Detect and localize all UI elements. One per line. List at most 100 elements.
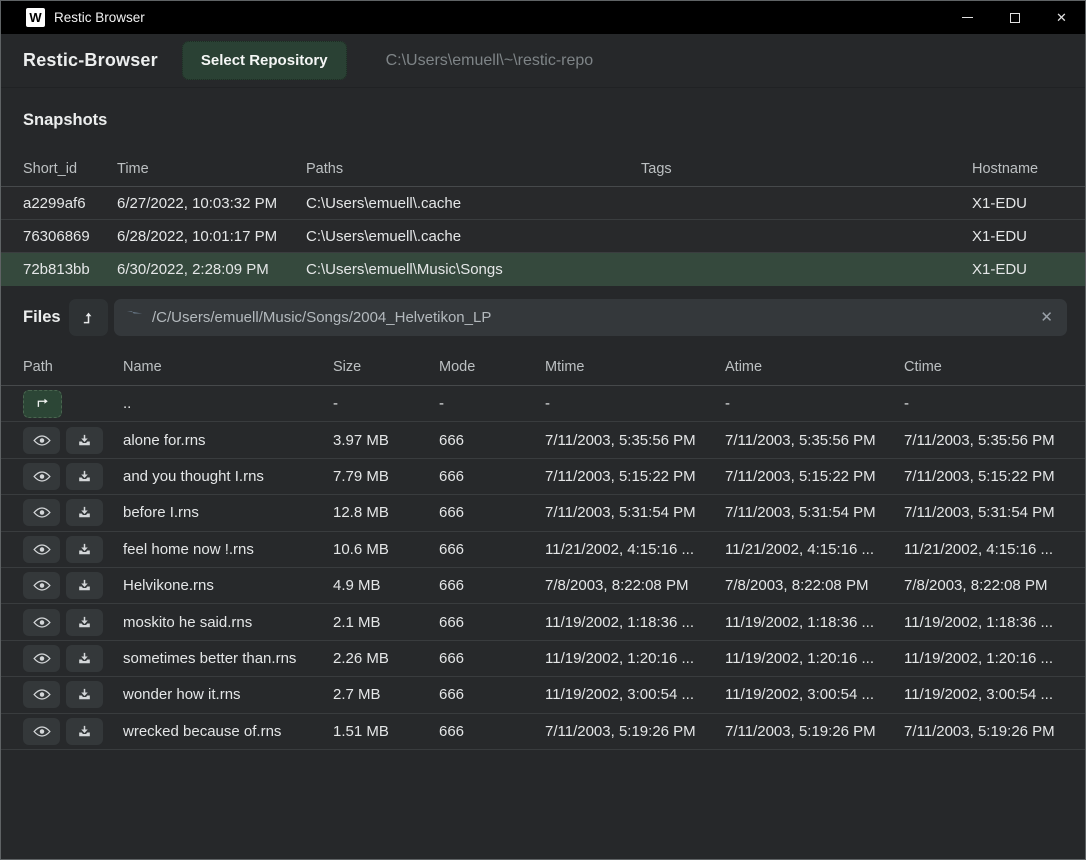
minimize-icon <box>962 17 973 18</box>
restore-file-button[interactable] <box>66 499 103 526</box>
column-tags[interactable]: Tags <box>641 161 972 177</box>
column-short-id[interactable]: Short_id <box>23 161 117 177</box>
snapshot-hostname: X1-EDU <box>972 228 1063 245</box>
eye-icon <box>33 725 51 738</box>
parent-directory-button[interactable] <box>69 299 108 336</box>
wails-logo-icon: W <box>26 8 45 27</box>
column-atime[interactable]: Atime <box>725 359 904 375</box>
eye-icon <box>33 434 51 447</box>
file-atime: 7/11/2003, 5:35:56 PM <box>725 432 904 449</box>
close-button[interactable]: ✕ <box>1038 1 1085 34</box>
column-paths[interactable]: Paths <box>306 161 641 177</box>
minimize-button[interactable] <box>944 1 991 34</box>
file-name: before I.rns <box>123 504 333 521</box>
restore-file-button[interactable] <box>66 718 103 745</box>
file-row[interactable]: wonder how it.rns2.7 MB66611/19/2002, 3:… <box>1 677 1085 713</box>
file-size: 3.97 MB <box>333 432 439 449</box>
titlebar: W Restic Browser ✕ <box>1 1 1085 34</box>
restore-file-button[interactable] <box>66 427 103 454</box>
file-ctime: 7/8/2003, 8:22:08 PM <box>904 577 1063 594</box>
file-atime: 11/19/2002, 1:20:16 ... <box>725 650 904 667</box>
column-name[interactable]: Name <box>123 359 333 375</box>
preview-file-button[interactable] <box>23 427 60 454</box>
preview-file-button[interactable] <box>23 681 60 708</box>
file-row[interactable]: feel home now !.rns10.6 MB66611/21/2002,… <box>1 532 1085 568</box>
restore-file-button[interactable] <box>66 536 103 563</box>
restore-file-button[interactable] <box>66 463 103 490</box>
file-mtime: 11/19/2002, 1:20:16 ... <box>545 650 725 667</box>
file-mode: 666 <box>439 541 545 558</box>
parent-directory-row[interactable]: ..----- <box>1 386 1085 422</box>
row-actions <box>23 499 123 526</box>
row-actions <box>23 609 123 636</box>
snapshot-row[interactable]: a2299af66/27/2022, 10:03:32 PMC:\Users\e… <box>1 187 1085 220</box>
file-name: alone for.rns <box>123 432 333 449</box>
column-time[interactable]: Time <box>117 161 306 177</box>
empty-area <box>1 750 1085 859</box>
restore-file-button[interactable] <box>66 572 103 599</box>
preview-file-button[interactable] <box>23 536 60 563</box>
select-repository-button[interactable]: Select Repository <box>182 41 347 80</box>
restore-file-button[interactable] <box>66 609 103 636</box>
file-row[interactable]: moskito he said.rns2.1 MB66611/19/2002, … <box>1 604 1085 640</box>
snapshot-row[interactable]: 72b813bb6/30/2022, 2:28:09 PMC:\Users\em… <box>1 253 1085 286</box>
eye-icon <box>33 688 51 701</box>
file-ctime: 7/11/2003, 5:15:22 PM <box>904 468 1063 485</box>
snapshot-row[interactable]: 763068696/28/2022, 10:01:17 PMC:\Users\e… <box>1 220 1085 253</box>
file-row[interactable]: sometimes better than.rns2.26 MB66611/19… <box>1 641 1085 677</box>
file-row[interactable]: before I.rns12.8 MB6667/11/2003, 5:31:54… <box>1 495 1085 531</box>
preview-file-button[interactable] <box>23 463 60 490</box>
row-actions <box>23 390 123 418</box>
maximize-icon <box>1010 13 1020 23</box>
snapshot-hostname: X1-EDU <box>972 195 1063 212</box>
file-size: 10.6 MB <box>333 541 439 558</box>
file-mode: 666 <box>439 686 545 703</box>
download-icon <box>77 578 92 593</box>
app-window: W Restic Browser ✕ Restic-Browser Select… <box>0 0 1086 860</box>
file-size: 7.79 MB <box>333 468 439 485</box>
file-mtime: 7/11/2003, 5:15:22 PM <box>545 468 725 485</box>
download-icon <box>77 687 92 702</box>
restore-file-button[interactable] <box>66 681 103 708</box>
file-name: wrecked because of.rns <box>123 723 333 740</box>
file-row[interactable]: alone for.rns3.97 MB6667/11/2003, 5:35:5… <box>1 422 1085 458</box>
open-parent-directory-button[interactable] <box>23 390 62 418</box>
level-up-icon <box>80 309 97 326</box>
file-ctime: 11/19/2002, 1:18:36 ... <box>904 614 1063 631</box>
column-hostname[interactable]: Hostname <box>972 161 1063 177</box>
preview-file-button[interactable] <box>23 645 60 672</box>
file-row[interactable]: Helvikone.rns4.9 MB6667/8/2003, 8:22:08 … <box>1 568 1085 604</box>
file-size: 2.1 MB <box>333 614 439 631</box>
current-path-input[interactable]: /C/Users/emuell/Music/Songs/2004_Helveti… <box>114 299 1067 336</box>
snapshot-time: 6/30/2022, 2:28:09 PM <box>117 261 306 278</box>
file-mtime: 7/11/2003, 5:31:54 PM <box>545 504 725 521</box>
file-mode: 666 <box>439 650 545 667</box>
preview-file-button[interactable] <box>23 609 60 636</box>
column-mtime[interactable]: Mtime <box>545 359 725 375</box>
clear-icon: ✕ <box>1040 309 1053 326</box>
file-mtime: 7/11/2003, 5:35:56 PM <box>545 432 725 449</box>
file-size: 12.8 MB <box>333 504 439 521</box>
file-row[interactable]: and you thought I.rns7.79 MB6667/11/2003… <box>1 459 1085 495</box>
restore-file-button[interactable] <box>66 645 103 672</box>
maximize-button[interactable] <box>991 1 1038 34</box>
arrow-up-right-icon <box>34 396 51 411</box>
clear-path-button[interactable]: ✕ <box>1038 308 1055 326</box>
preview-file-button[interactable] <box>23 499 60 526</box>
column-mode[interactable]: Mode <box>439 359 545 375</box>
column-path[interactable]: Path <box>23 359 123 375</box>
file-ctime: 7/11/2003, 5:35:56 PM <box>904 432 1063 449</box>
snapshot-paths: C:\Users\emuell\.cache <box>306 228 641 245</box>
preview-file-button[interactable] <box>23 572 60 599</box>
file-row[interactable]: wrecked because of.rns1.51 MB6667/11/200… <box>1 714 1085 750</box>
eye-icon <box>33 652 51 665</box>
column-ctime[interactable]: Ctime <box>904 359 1063 375</box>
file-name: and you thought I.rns <box>123 468 333 485</box>
file-size: 2.26 MB <box>333 650 439 667</box>
file-atime: 7/11/2003, 5:15:22 PM <box>725 468 904 485</box>
preview-file-button[interactable] <box>23 718 60 745</box>
file-mode: 666 <box>439 723 545 740</box>
eye-icon <box>33 616 51 629</box>
eye-icon <box>33 543 51 556</box>
column-size[interactable]: Size <box>333 359 439 375</box>
